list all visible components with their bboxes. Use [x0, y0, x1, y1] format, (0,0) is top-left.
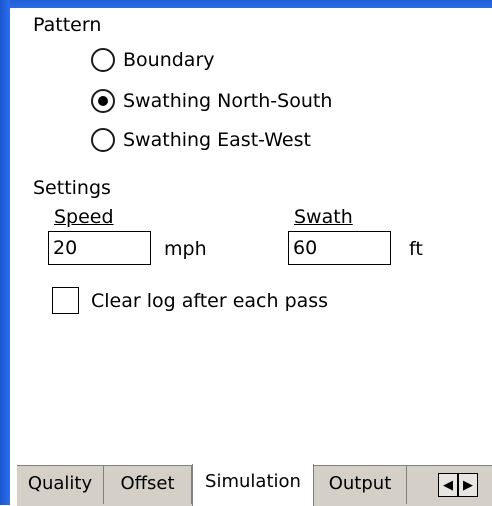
speed-unit: mph: [164, 238, 207, 260]
settings-group-label: Settings: [33, 177, 111, 199]
tab-scroll-left-button[interactable]: ◀: [438, 473, 458, 497]
tab-strip: Quality Offset Simulation Output ◀ ▶: [17, 464, 492, 506]
radio-swathing-east-west-button[interactable]: [91, 128, 115, 152]
radio-swathing-north-south-button[interactable]: [91, 89, 115, 113]
tab-quality-label: Quality: [27, 473, 93, 494]
tab-output-label: Output: [328, 473, 392, 494]
radio-boundary[interactable]: Boundary: [91, 48, 215, 72]
clear-log-checkbox[interactable]: [52, 287, 79, 314]
radio-swathing-north-south[interactable]: Swathing North-South: [91, 89, 332, 113]
radio-boundary-label: Boundary: [123, 49, 215, 71]
swath-input[interactable]: 60: [288, 231, 391, 265]
tab-output[interactable]: Output: [314, 466, 407, 504]
pattern-group-label: Pattern: [33, 14, 102, 36]
tab-scroll-right-button[interactable]: ▶: [458, 473, 478, 497]
arrow-left-icon: ◀: [443, 477, 453, 493]
tab-simulation-label: Simulation: [205, 471, 301, 492]
radio-swathing-east-west[interactable]: Swathing East-West: [91, 128, 311, 152]
clear-log-label: Clear log after each pass: [91, 289, 329, 312]
swath-label: Swath: [294, 206, 353, 228]
tab-offset[interactable]: Offset: [104, 466, 192, 504]
tab-simulation[interactable]: Simulation: [192, 464, 314, 506]
radio-boundary-button[interactable]: [91, 48, 115, 72]
arrow-right-icon: ▶: [463, 477, 473, 493]
speed-input[interactable]: 20: [48, 231, 151, 265]
tab-quality[interactable]: Quality: [17, 466, 104, 504]
radio-swathing-north-south-label: Swathing North-South: [123, 90, 333, 112]
window-left-border: [0, 0, 10, 505]
swath-unit: ft: [409, 238, 423, 260]
radio-swathing-east-west-label: Swathing East-West: [123, 129, 311, 151]
window-top-border: [0, 0, 492, 8]
tab-offset-label: Offset: [120, 473, 175, 494]
clear-log-checkbox-row[interactable]: Clear log after each pass: [52, 287, 328, 314]
speed-label: Speed: [54, 206, 114, 228]
